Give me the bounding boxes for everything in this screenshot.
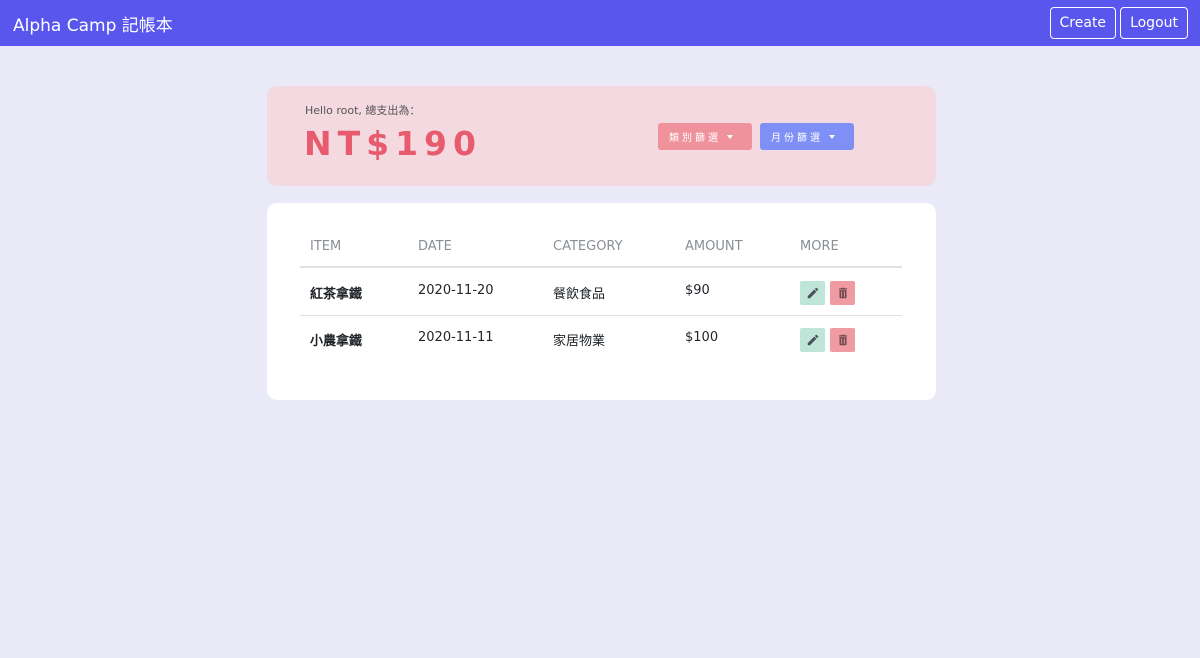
- record-category: 家居物業: [553, 334, 606, 349]
- logout-button[interactable]: Logout: [1120, 7, 1188, 39]
- delete-button[interactable]: [830, 281, 855, 305]
- greeting-text: Hello root, 總支出為：: [305, 104, 421, 117]
- category-filter-dropdown[interactable]: 類別篩選: [658, 123, 752, 150]
- record-amount: $100: [685, 330, 719, 345]
- header-amount: AMOUNT: [685, 239, 743, 254]
- total-amount: NT$190: [304, 124, 482, 163]
- pencil-icon: [807, 334, 818, 346]
- pencil-icon: [807, 287, 818, 299]
- nav-actions: Create Logout: [1049, 7, 1188, 39]
- header-date: DATE: [418, 239, 452, 254]
- caret-down-icon: [727, 134, 733, 139]
- record-item: 紅茶拿鐵: [310, 287, 363, 302]
- month-filter-label: 月份篩選: [771, 133, 823, 144]
- create-button[interactable]: Create: [1049, 7, 1117, 39]
- edit-button[interactable]: [800, 328, 825, 352]
- delete-button[interactable]: [830, 328, 855, 352]
- caret-down-icon: [829, 134, 835, 139]
- header-item: ITEM: [310, 239, 342, 254]
- category-filter-label: 類別篩選: [669, 133, 721, 144]
- edit-button[interactable]: [800, 281, 825, 305]
- table-row: 小農拿鐵 2020-11-11 家居物業 $100: [300, 316, 902, 363]
- record-item: 小農拿鐵: [310, 334, 363, 349]
- record-category: 餐飲食品: [553, 287, 606, 302]
- record-date: 2020-11-20: [418, 283, 494, 298]
- record-amount: $90: [685, 283, 710, 298]
- brand-title[interactable]: Alpha Camp 記帳本: [13, 11, 173, 36]
- header-more: MORE: [800, 239, 839, 254]
- records-card: ITEM DATE CATEGORY AMOUNT MORE 紅茶拿鐵 2020…: [267, 203, 936, 400]
- table-header: ITEM DATE CATEGORY AMOUNT MORE: [300, 239, 902, 268]
- record-date: 2020-11-11: [418, 330, 494, 345]
- header-category: CATEGORY: [553, 239, 623, 254]
- navbar: Alpha Camp 記帳本 Create Logout: [0, 0, 1200, 46]
- trash-icon: [838, 334, 847, 346]
- table-row: 紅茶拿鐵 2020-11-20 餐飲食品 $90: [300, 269, 902, 316]
- month-filter-dropdown[interactable]: 月份篩選: [760, 123, 854, 150]
- trash-icon: [838, 287, 847, 299]
- summary-card: Hello root, 總支出為： NT$190 類別篩選 月份篩選: [267, 86, 936, 186]
